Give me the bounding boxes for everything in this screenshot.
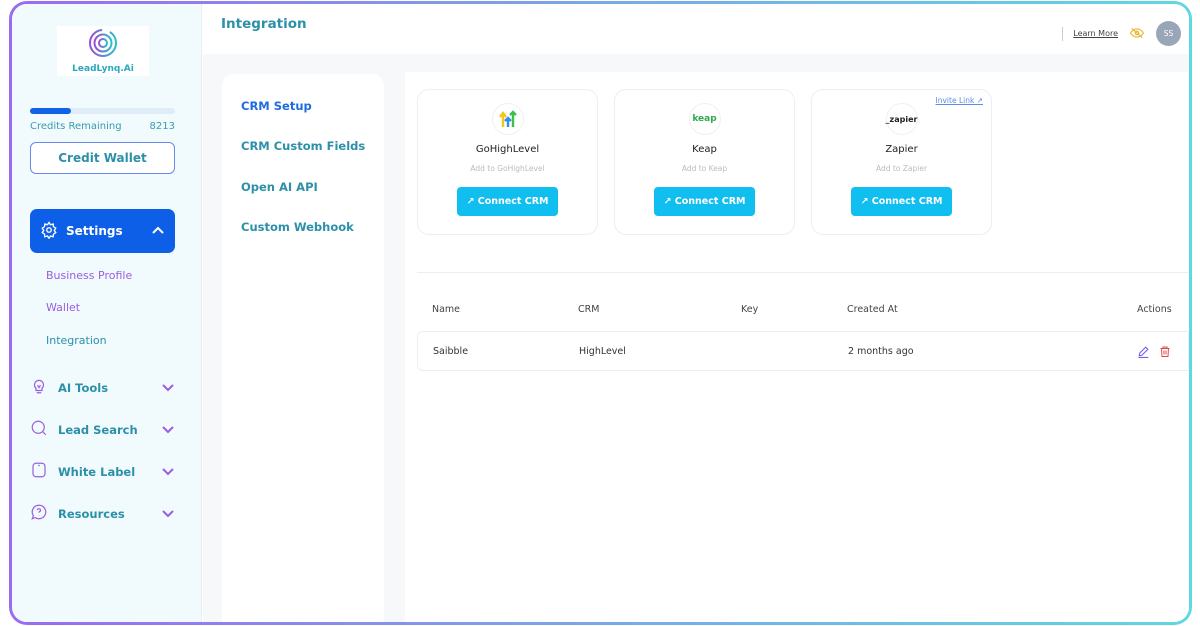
credits-value: 8213 [149, 121, 175, 132]
white-label-label: White Label [58, 464, 136, 479]
page-title: Integration [221, 16, 307, 32]
credit-wallet-button[interactable]: Credit Wallet [30, 142, 175, 174]
arrow-up-right-icon: ↗ [466, 196, 478, 207]
chevron-down-icon [161, 381, 175, 395]
logo-text: LeadLynq.Ai [72, 64, 134, 74]
crm-description: Add to GoHighLevel [470, 164, 545, 173]
credits-progress [30, 108, 175, 114]
logo-icon [89, 29, 117, 57]
divider [1062, 26, 1064, 41]
arrow-up-right-icon: ↗ [663, 196, 675, 207]
connect-crm-label: Connect CRM [477, 196, 549, 207]
column-header-crm: CRM [578, 304, 600, 315]
chevron-down-icon [161, 507, 175, 521]
connect-crm-button[interactable]: ↗ Connect CRM [457, 187, 558, 216]
chevron-up-icon [151, 224, 165, 238]
invite-link[interactable]: Invite Link ↗ [936, 96, 983, 105]
lightbulb-icon [30, 377, 48, 398]
credits-progress-fill [30, 108, 71, 114]
sidebar-subitem-integration[interactable]: Integration [46, 334, 107, 347]
sidebar-subitem-business-profile[interactable]: Business Profile [46, 269, 132, 282]
crm-card-zapier: Invite Link ↗ _zapier Zapier Add to Zapi… [811, 89, 992, 235]
sidebar: LeadLynq.Ai Credits Remaining 8213 Credit… [12, 4, 202, 622]
zapier-logo-icon: _zapier [885, 103, 918, 135]
gohighlevel-logo-icon [491, 103, 524, 135]
crm-card-gohighlevel: GoHighLevel Add to GoHighLevel ↗ Connect… [417, 89, 598, 235]
lead-search-label: Lead Search [58, 422, 138, 437]
keap-logo-icon: keap [688, 103, 721, 135]
eye-off-icon[interactable] [1129, 24, 1145, 43]
connect-crm-label: Connect CRM [871, 196, 943, 207]
main-panel: GoHighLevel Add to GoHighLevel ↗ Connect… [405, 72, 1189, 622]
divider [417, 272, 1189, 273]
settings-label: Settings [66, 224, 123, 238]
submenu-crm-setup[interactable]: CRM Setup [241, 99, 312, 113]
cell-created-at: 2 months ago [848, 346, 914, 357]
column-header-actions: Actions [1137, 304, 1172, 315]
crm-description: Add to Keap [681, 164, 728, 173]
chevron-down-icon [161, 423, 175, 437]
chevron-down-icon [161, 465, 175, 479]
app-frame: LeadLynq.Ai Credits Remaining 8213 Credit… [9, 1, 1192, 625]
column-header-name: Name [432, 304, 461, 315]
gear-icon [40, 220, 58, 242]
crm-card-keap: keap Keap Add to Keap ↗ Connect CRM [614, 89, 795, 235]
column-header-key: Key [741, 304, 759, 315]
crm-name: Keap [692, 144, 717, 155]
credits-label: Credits Remaining [30, 121, 122, 132]
sidebar-item-lead-search[interactable]: Lead Search [30, 419, 175, 440]
connect-crm-button[interactable]: ↗ Connect CRM [851, 187, 952, 216]
crm-name: GoHighLevel [475, 144, 540, 155]
crm-name: Zapier [885, 144, 918, 155]
connect-crm-label: Connect CRM [674, 196, 746, 207]
integration-submenu: CRM Setup CRM Custom Fields Open AI API … [222, 74, 384, 622]
submenu-custom-webhook[interactable]: Custom Webhook [241, 220, 354, 234]
avatar[interactable]: SS [1156, 21, 1181, 46]
tag-icon [30, 461, 48, 482]
delete-icon[interactable] [1159, 343, 1171, 362]
arrow-up-right-icon: ↗ [860, 196, 872, 207]
help-icon [30, 503, 48, 524]
edit-icon[interactable] [1137, 343, 1150, 362]
ai-tools-label: AI Tools [58, 380, 109, 395]
submenu-open-ai-api[interactable]: Open AI API [241, 180, 318, 194]
resources-label: Resources [58, 506, 125, 521]
sidebar-item-white-label[interactable]: White Label [30, 461, 175, 482]
table-row: Saibble HighLevel 2 months ago [417, 331, 1189, 371]
sidebar-subitem-wallet[interactable]: Wallet [46, 301, 80, 314]
crm-description: Add to Zapier [875, 164, 928, 173]
top-bar: Integration Learn More SS [203, 4, 1189, 54]
submenu-crm-custom-fields[interactable]: CRM Custom Fields [241, 139, 365, 153]
learn-more-link[interactable]: Learn More [1073, 29, 1118, 38]
connect-crm-button[interactable]: ↗ Connect CRM [654, 187, 755, 216]
search-icon [30, 419, 48, 440]
logo[interactable]: LeadLynq.Ai [57, 26, 149, 76]
sidebar-item-resources[interactable]: Resources [30, 503, 175, 524]
cell-name: Saibble [433, 346, 469, 357]
sidebar-item-settings[interactable]: Settings [30, 209, 175, 253]
cell-crm: HighLevel [579, 346, 626, 357]
column-header-created-at: Created At [847, 304, 898, 315]
sidebar-item-ai-tools[interactable]: AI Tools [30, 377, 175, 398]
